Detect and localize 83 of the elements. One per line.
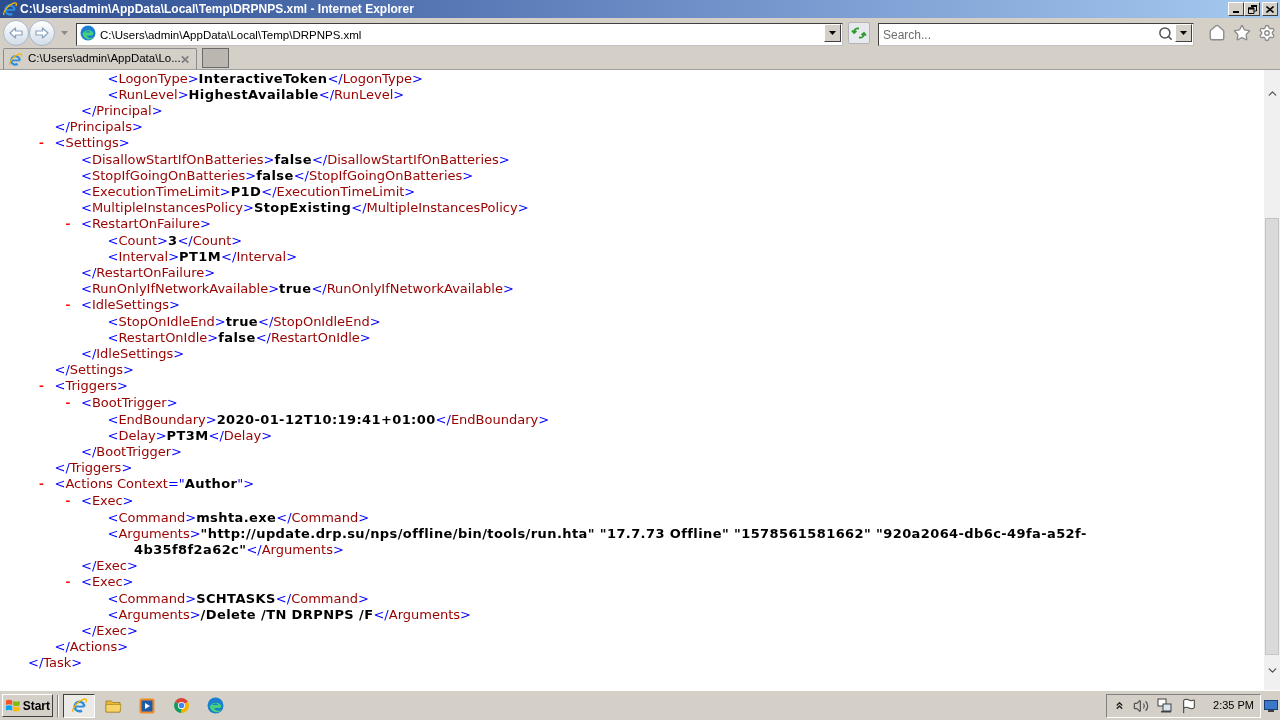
xml-tag: </Principal> [81, 103, 163, 119]
xml-tag: <Exec> [81, 574, 134, 590]
caret-down-icon [61, 31, 68, 35]
xml-tag: <Actions Context="Author"> [54, 476, 255, 492]
browser-tab[interactable]: C:\Users\admin\AppData\Lo... [3, 48, 197, 69]
xml-tag: </Exec> [81, 558, 138, 574]
xml-line: <Command>mshta.exe</Command> [107, 510, 370, 526]
browser-logo-icon [8, 51, 23, 67]
collapse-toggle[interactable]: - [37, 136, 46, 152]
xml-line: <StopOnIdleEnd>true</StopOnIdleEnd> [107, 314, 381, 330]
four-color-flag-logo-icon [5, 698, 21, 713]
new-tab-button[interactable] [202, 48, 229, 68]
arrow-right-icon [35, 27, 49, 39]
xml-tag: <Exec> [81, 493, 134, 509]
xml-line: <DisallowStartIfOnBatteries>false</DisallowStartIfOnBatteries> [81, 152, 510, 168]
minimize-icon [1233, 11, 1239, 13]
flag-icon[interactable] [1181, 697, 1198, 714]
search-icon[interactable] [1158, 25, 1173, 41]
xml-line: <RestartOnIdle>false</RestartOnIdle> [107, 330, 371, 346]
xml-line: <Count>3</Count> [107, 233, 243, 249]
collapse-toggle[interactable]: - [64, 494, 72, 510]
collapse-toggle[interactable]: - [64, 298, 72, 314]
browser-logo-icon [80, 24, 96, 41]
xml-line: <Arguments>"http://update.drp.su/nps/offline/bin/tools/run.hta" "17.7.73 Offline" "1578561581662" "920a2064-db6c-49fa-a52f-4b35f8f2a62c"</Arguments> [107, 526, 1088, 558]
xml-tag: </RestartOnFailure> [81, 265, 216, 281]
close-button[interactable] [1262, 2, 1278, 16]
speaker-icon[interactable] [1133, 697, 1150, 714]
caret-down-icon [1180, 30, 1187, 35]
collapse-toggle[interactable]: - [37, 477, 46, 493]
refresh-button[interactable] [848, 22, 870, 44]
xml-tag: </BootTrigger> [81, 444, 182, 460]
monitor-icon[interactable] [1264, 699, 1278, 712]
caret-down-icon [829, 30, 836, 35]
clock[interactable]: 2:35 PM [1213, 697, 1254, 714]
favorites-star-icon[interactable] [1233, 24, 1251, 42]
xml-line: <Arguments>/Delete /TN DRPNPS /F</Arguments> [107, 607, 471, 623]
restore-button[interactable] [1244, 2, 1260, 16]
xml-line: <EndBoundary>2020-01-12T10:19:41+01:00</EndBoundary> [107, 412, 550, 428]
xml-tag: </IdleSettings> [81, 346, 185, 362]
close-icon [1266, 5, 1274, 13]
xml-line: <Command>SCHTASKS</Command> [107, 591, 369, 607]
collapse-toggle[interactable]: - [37, 379, 46, 395]
xml-line: <RunLevel>HighestAvailable</RunLevel> [107, 87, 405, 103]
collapse-toggle[interactable]: - [64, 396, 72, 412]
media-player-icon[interactable] [139, 697, 155, 714]
xml-tag: <BootTrigger> [81, 395, 178, 411]
window-title: C:\Users\admin\AppData\Local\Temp\DRPNPS.xml - Internet Explorer [20, 1, 414, 17]
home-icon[interactable] [1208, 24, 1226, 42]
xml-tag: <Settings> [54, 135, 130, 151]
refresh-arrows-icon [851, 26, 867, 40]
search-field[interactable]: Search... [878, 23, 1194, 46]
xml-tag: <IdleSettings> [81, 297, 180, 313]
collapse-toggle[interactable]: - [64, 575, 72, 591]
address-field[interactable]: C:\Users\admin\AppData\Local\Temp\DRPNPS.xml [76, 23, 843, 46]
arrow-left-icon [9, 27, 23, 39]
xml-line: <StopIfGoingOnBatteries>false</StopIfGoingOnBatteries> [81, 168, 474, 184]
xml-tag: </Exec> [81, 623, 138, 639]
browser-logo-icon [2, 1, 18, 17]
browser-logo-icon[interactable] [172, 697, 190, 714]
xml-tag: <Triggers> [54, 378, 128, 394]
settings-icon[interactable] [1258, 24, 1276, 42]
xml-tag: </Actions> [54, 639, 129, 655]
restore-icon [1247, 4, 1257, 14]
xml-line: <Delay>PT3M</Delay> [107, 428, 273, 444]
xml-tag: <RestartOnFailure> [81, 216, 211, 232]
scrollbar-thumb[interactable] [1265, 218, 1279, 655]
xml-tag: </Task> [28, 655, 83, 671]
xml-tag: </Triggers> [54, 460, 133, 476]
computers-icon[interactable] [1157, 698, 1174, 713]
taskbar-button[interactable] [63, 693, 95, 718]
collapse-toggle[interactable]: - [64, 217, 72, 233]
xml-line: <LogonType>InteractiveToken</LogonType> [107, 71, 423, 87]
xml-line: <RunOnlyIfNetworkAvailable>true</RunOnlyIfNetworkAvailable> [81, 281, 514, 297]
xml-line: <Interval>PT1M</Interval> [107, 249, 298, 265]
close-icon[interactable] [180, 54, 189, 64]
minimize-button[interactable] [1228, 2, 1244, 16]
xml-tag: </Principals> [54, 119, 143, 135]
start-button[interactable]: Start [2, 694, 53, 717]
browser-logo-icon[interactable] [206, 697, 224, 714]
xml-tag: </Settings> [54, 362, 134, 378]
xml-line: <MultipleInstancesPolicy>StopExisting</MultipleInstancesPolicy> [81, 200, 529, 216]
back-button[interactable] [3, 20, 29, 46]
xml-line: <ExecutionTimeLimit>P1D</ExecutionTimeLimit> [81, 184, 416, 200]
